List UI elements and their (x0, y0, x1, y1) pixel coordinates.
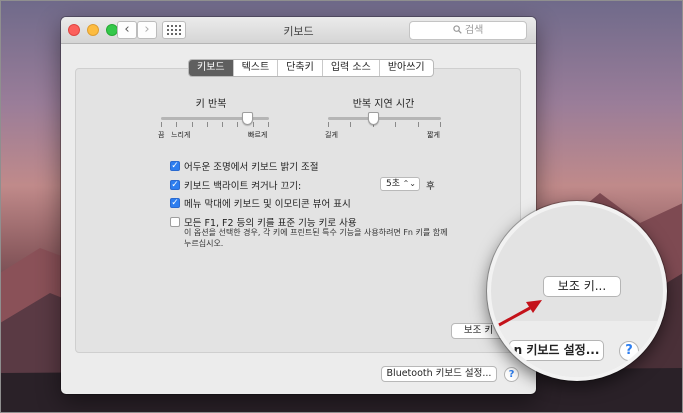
pointer-arrow (498, 300, 542, 327)
